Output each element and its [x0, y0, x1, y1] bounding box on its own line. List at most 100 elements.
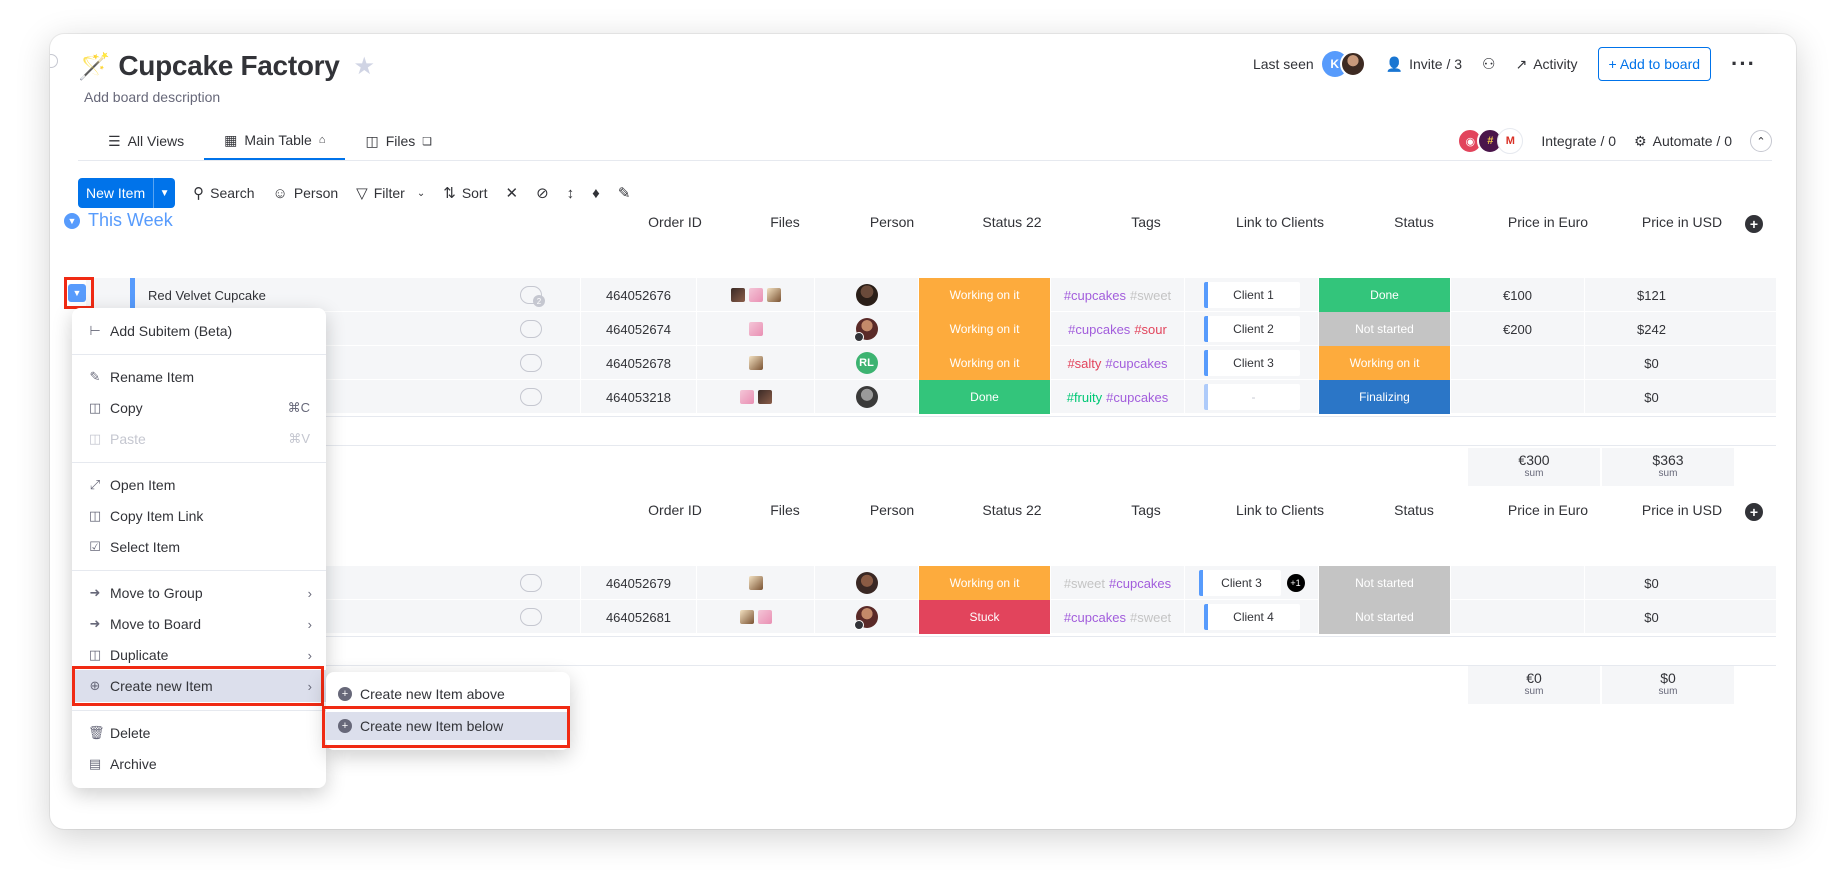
- file-thumbnail[interactable]: [748, 356, 763, 370]
- table-row[interactable]: 464052679 Working on it #sweet #cupcakes …: [86, 566, 1776, 600]
- person-cell[interactable]: [814, 380, 918, 414]
- pin-icon[interactable]: ✕: [506, 184, 519, 202]
- table-row[interactable]: 464052674 Working on it #cupcakes #sour C…: [86, 312, 1776, 346]
- status-cell[interactable]: Not started: [1318, 566, 1450, 600]
- column-header[interactable]: Tags: [1080, 214, 1212, 230]
- menu-item-archive[interactable]: ▤ Archive: [72, 751, 326, 777]
- column-header[interactable]: Price in USD: [1616, 502, 1748, 518]
- status-cell[interactable]: Done: [1318, 278, 1450, 312]
- price-euro-cell[interactable]: €200: [1450, 312, 1584, 346]
- status22-cell[interactable]: Done: [918, 380, 1050, 414]
- status22-cell[interactable]: Working on it: [918, 312, 1050, 346]
- menu-item-move-to-group[interactable]: ➜ Move to Group ›: [72, 580, 326, 606]
- updates-icon[interactable]: [520, 320, 542, 338]
- person-cell[interactable]: RL: [814, 346, 918, 380]
- menu-item-create-below[interactable]: + Create new Item below: [326, 712, 570, 740]
- status-cell[interactable]: Working on it: [1318, 346, 1450, 380]
- table-row[interactable]: 464052678 RL Working on it #salty #cupcak…: [86, 346, 1776, 380]
- more-clients-badge[interactable]: +1: [1286, 574, 1305, 592]
- tab-main-table[interactable]: ▦ Main Table ⌂: [204, 122, 346, 160]
- star-icon[interactable]: ★: [354, 52, 376, 81]
- order-id-cell[interactable]: 464052679: [580, 566, 696, 600]
- column-header[interactable]: Files: [730, 502, 840, 518]
- chevron-down-icon[interactable]: ⌄: [417, 188, 425, 199]
- more-options-icon[interactable]: ···: [1731, 51, 1756, 77]
- link-to-clients-cell[interactable]: Client 3: [1184, 346, 1318, 380]
- integration-logos[interactable]: ◉ # M: [1457, 128, 1524, 154]
- item-menu-trigger[interactable]: ▼: [68, 284, 86, 302]
- menu-item-rename[interactable]: ✎ Rename Item: [72, 364, 326, 390]
- side-panel-handle[interactable]: [50, 54, 58, 68]
- order-id-cell[interactable]: 464052681: [580, 600, 696, 634]
- status-cell[interactable]: Finalizing: [1318, 380, 1450, 414]
- invite-button[interactable]: 👤 Invite / 3: [1386, 56, 1462, 73]
- menu-item-copy[interactable]: ◫ Copy ⌘C: [72, 395, 326, 421]
- chevron-down-icon[interactable]: ▼: [64, 212, 80, 229]
- files-cell[interactable]: [696, 566, 814, 600]
- table-row[interactable]: Red Velvet Cupcake 2 464052676 Working o…: [86, 278, 1776, 312]
- file-thumbnail[interactable]: [757, 390, 772, 404]
- price-usd-cell[interactable]: $0: [1584, 600, 1718, 634]
- price-usd-cell[interactable]: $121: [1584, 278, 1718, 312]
- chevron-down-icon[interactable]: ▼: [153, 178, 175, 208]
- column-header[interactable]: Link to Clients: [1214, 214, 1346, 230]
- table-row[interactable]: 464053218 Done #fruity #cupcakes - Finali…: [86, 380, 1776, 414]
- files-cell[interactable]: [696, 600, 814, 634]
- person-cell[interactable]: [814, 278, 918, 312]
- menu-item-move-to-board[interactable]: ➜ Move to Board ›: [72, 611, 326, 637]
- order-id-cell[interactable]: 464052678: [580, 346, 696, 380]
- updates-icon[interactable]: [520, 608, 542, 626]
- column-header[interactable]: Status: [1348, 502, 1480, 518]
- price-euro-cell[interactable]: [1450, 566, 1584, 600]
- tags-cell[interactable]: #fruity #cupcakes: [1050, 380, 1184, 414]
- status22-cell[interactable]: Working on it: [918, 346, 1050, 380]
- price-usd-cell[interactable]: $0: [1584, 346, 1718, 380]
- link-to-clients-cell[interactable]: Client 2: [1184, 312, 1318, 346]
- file-thumbnail[interactable]: [748, 576, 763, 590]
- tags-cell[interactable]: #cupcakes #sour: [1050, 312, 1184, 346]
- menu-item-add-subitem[interactable]: ⊢ Add Subitem (Beta): [72, 318, 326, 344]
- menu-item-duplicate[interactable]: ◫ Duplicate ›: [72, 642, 326, 668]
- files-cell[interactable]: [696, 380, 814, 414]
- person-cell[interactable]: [814, 312, 918, 346]
- status22-cell[interactable]: Working on it: [918, 566, 1050, 600]
- file-thumbnail[interactable]: [766, 288, 781, 302]
- link-to-clients-cell[interactable]: Client 3 +1: [1184, 566, 1318, 600]
- price-euro-cell[interactable]: [1450, 380, 1584, 414]
- files-cell[interactable]: [696, 312, 814, 346]
- add-item-row[interactable]: [86, 636, 1776, 666]
- person-filter-button[interactable]: ☺ Person: [272, 185, 338, 202]
- file-thumbnail[interactable]: [739, 390, 754, 404]
- updates-icon[interactable]: [520, 574, 542, 592]
- add-item-row[interactable]: [86, 416, 1776, 446]
- price-usd-cell[interactable]: $242: [1584, 312, 1718, 346]
- board-title[interactable]: Cupcake Factory: [118, 50, 339, 82]
- menu-item-create-above[interactable]: + Create new Item above: [326, 680, 570, 708]
- order-id-cell[interactable]: 464053218: [580, 380, 696, 414]
- order-id-cell[interactable]: 464052676: [580, 278, 696, 312]
- column-header[interactable]: Price in Euro: [1482, 214, 1614, 230]
- collapse-header-icon[interactable]: ⌃: [1750, 130, 1772, 152]
- search-button[interactable]: ⚲ Search: [193, 184, 254, 202]
- table-row[interactable]: 464052681 Stuck #cupcakes #sweet Client 4…: [86, 600, 1776, 634]
- file-thumbnail[interactable]: [748, 288, 763, 302]
- file-thumbnail[interactable]: [748, 322, 763, 336]
- link-to-clients-cell[interactable]: Client 1: [1184, 278, 1318, 312]
- board-description[interactable]: Add board description: [84, 89, 220, 105]
- new-item-button[interactable]: New Item ▼: [78, 178, 176, 208]
- column-header[interactable]: Status 22: [946, 502, 1078, 518]
- person-cell[interactable]: [814, 566, 918, 600]
- integrate-button[interactable]: Integrate / 0: [1541, 133, 1616, 149]
- group-title[interactable]: ▼ This Week: [64, 210, 173, 231]
- column-header[interactable]: Person: [840, 214, 944, 230]
- column-header[interactable]: Status: [1348, 214, 1480, 230]
- add-to-board-button[interactable]: + Add to board: [1597, 47, 1712, 81]
- price-usd-cell[interactable]: $0: [1584, 380, 1718, 414]
- link-to-clients-cell[interactable]: Client 4: [1184, 600, 1318, 634]
- color-fill-icon[interactable]: ♦: [592, 185, 600, 202]
- price-euro-cell[interactable]: €100: [1450, 278, 1584, 312]
- tags-cell[interactable]: #salty #cupcakes: [1050, 346, 1184, 380]
- status22-cell[interactable]: Stuck: [918, 600, 1050, 634]
- row-height-icon[interactable]: ↕: [567, 185, 575, 202]
- tags-cell[interactable]: #cupcakes #sweet: [1050, 278, 1184, 312]
